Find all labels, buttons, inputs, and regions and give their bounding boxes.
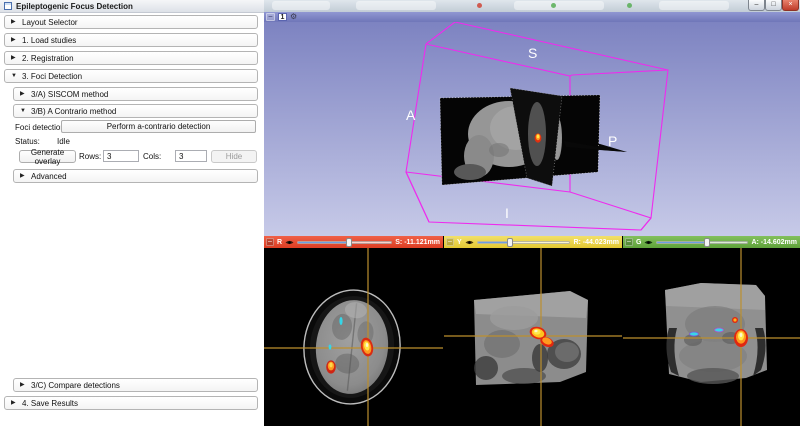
yellow-slice-controller: – Y R: -44.023mm bbox=[444, 236, 622, 248]
window-controls: – □ × bbox=[748, 0, 799, 11]
orientation-label-posterior: P bbox=[608, 133, 617, 149]
module-panel: Epileptogenic Focus Detection ▶ Layout S… bbox=[0, 0, 264, 426]
red-slice-offset-value: S: -11.121mm bbox=[395, 239, 440, 246]
yellow-view-label: Y bbox=[457, 239, 462, 246]
section-advanced[interactable]: ▶ Advanced bbox=[13, 169, 258, 183]
close-button[interactable]: × bbox=[782, 0, 799, 11]
yellow-slice-offset-slider[interactable] bbox=[477, 238, 571, 247]
chevron-right-icon: ▶ bbox=[11, 55, 17, 61]
pin-icon[interactable]: – bbox=[625, 238, 633, 246]
red-view-label: R bbox=[277, 239, 282, 246]
yellow-slice-view: – Y R: -44.023mm bbox=[444, 236, 622, 426]
section-load-studies[interactable]: ▶ 1. Load studies bbox=[4, 33, 258, 47]
chevron-down-icon: ▼ bbox=[11, 73, 17, 79]
yellow-slice-offset-value: R: -44.023mm bbox=[573, 239, 619, 246]
orientation-label-inferior: I bbox=[505, 205, 509, 221]
chevron-down-icon: ▼ bbox=[20, 108, 26, 114]
chevron-right-icon: ▶ bbox=[11, 400, 17, 406]
rows-input[interactable] bbox=[103, 150, 139, 162]
section-foci-detection[interactable]: ▼ 3. Foci Detection bbox=[4, 69, 258, 83]
pin-icon[interactable]: – bbox=[266, 238, 274, 246]
chevron-right-icon: ▶ bbox=[11, 37, 17, 43]
green-slice-view: – G A: -14.602mm bbox=[623, 236, 800, 426]
cols-input[interactable] bbox=[175, 150, 207, 162]
pin-icon[interactable]: – bbox=[446, 238, 454, 246]
background-tab bbox=[356, 1, 436, 10]
foci-detection-label: Foci detection: bbox=[15, 123, 67, 132]
favicon-dot bbox=[627, 3, 632, 8]
status-value: Idle bbox=[57, 137, 70, 146]
visibility-eye-icon[interactable] bbox=[644, 239, 653, 246]
favicon-dot bbox=[477, 3, 482, 8]
sagittal-brain bbox=[474, 291, 588, 385]
red-slice-image[interactable] bbox=[264, 248, 443, 426]
view-area: – □ × – 1 ⚙ bbox=[264, 0, 800, 426]
section-registration[interactable]: ▶ 2. Registration bbox=[4, 51, 258, 65]
red-slice-view: – R S: -11.121mm bbox=[264, 236, 443, 426]
green-slice-offset-value: A: -14.602mm bbox=[751, 239, 797, 246]
chevron-right-icon: ▶ bbox=[20, 173, 26, 179]
green-slice-image[interactable] bbox=[623, 248, 800, 426]
rows-label: Rows: bbox=[79, 152, 101, 161]
view3d-label: 1 bbox=[278, 13, 287, 21]
red-slice-offset-slider[interactable] bbox=[297, 238, 392, 247]
view3d-scene: S A P I bbox=[264, 22, 800, 236]
orientation-label-anterior: A bbox=[406, 107, 416, 123]
view3d-controller-bar: – 1 ⚙ bbox=[264, 12, 800, 22]
gear-icon[interactable]: ⚙ bbox=[290, 13, 297, 21]
favicon-dot bbox=[551, 3, 556, 8]
visibility-eye-icon[interactable] bbox=[285, 239, 294, 246]
status-label: Status: bbox=[15, 137, 40, 146]
green-slice-offset-slider[interactable] bbox=[656, 238, 748, 247]
secondary-hotspot bbox=[326, 360, 336, 373]
yellow-slice-image[interactable] bbox=[444, 248, 622, 426]
perform-detection-button[interactable]: Perform a-contrario detection bbox=[61, 120, 256, 133]
module-panel-title: Epileptogenic Focus Detection bbox=[16, 2, 133, 11]
module-panel-icon bbox=[4, 2, 12, 10]
maximize-button[interactable]: □ bbox=[765, 0, 782, 11]
background-window-titlebar: – □ × bbox=[264, 0, 800, 12]
section-layout-selector[interactable]: ▶ Layout Selector bbox=[4, 15, 258, 29]
slice-views-row: – R S: -11.121mm bbox=[264, 236, 800, 426]
chevron-right-icon: ▶ bbox=[11, 19, 17, 25]
cols-label: Cols: bbox=[143, 152, 161, 161]
green-slice-controller: – G A: -14.602mm bbox=[623, 236, 800, 248]
section-siscom-method[interactable]: ▶ 3/A) SISCOM method bbox=[13, 87, 258, 101]
red-slice-controller: – R S: -11.121mm bbox=[264, 236, 443, 248]
module-panel-titlebar: Epileptogenic Focus Detection bbox=[0, 0, 264, 13]
background-tab bbox=[514, 1, 604, 10]
chevron-right-icon: ▶ bbox=[20, 382, 26, 388]
focus-hotspot-3d bbox=[535, 133, 542, 142]
section-compare-detections[interactable]: ▶ 3/C) Compare detections bbox=[13, 378, 258, 392]
hide-button[interactable]: Hide bbox=[211, 150, 257, 163]
pin-icon[interactable]: – bbox=[266, 13, 275, 21]
slicer-window: Epileptogenic Focus Detection ▶ Layout S… bbox=[0, 0, 800, 426]
orientation-label-superior: S bbox=[528, 45, 537, 61]
section-save-results[interactable]: ▶ 4. Save Results bbox=[4, 396, 258, 410]
generate-overlay-button[interactable]: Generate overlay bbox=[19, 150, 76, 163]
green-view-label: G bbox=[636, 239, 641, 246]
coronal-brain bbox=[665, 283, 767, 384]
view3d-viewport[interactable]: S A P I bbox=[264, 22, 800, 236]
minimize-button[interactable]: – bbox=[748, 0, 765, 11]
axial-brain bbox=[298, 285, 405, 408]
background-tab bbox=[659, 1, 729, 10]
section-a-contrario-method[interactable]: ▼ 3/B) A Contrario method bbox=[13, 104, 258, 118]
chevron-right-icon: ▶ bbox=[20, 91, 26, 97]
visibility-eye-icon[interactable] bbox=[465, 239, 474, 246]
background-tab bbox=[272, 1, 330, 10]
